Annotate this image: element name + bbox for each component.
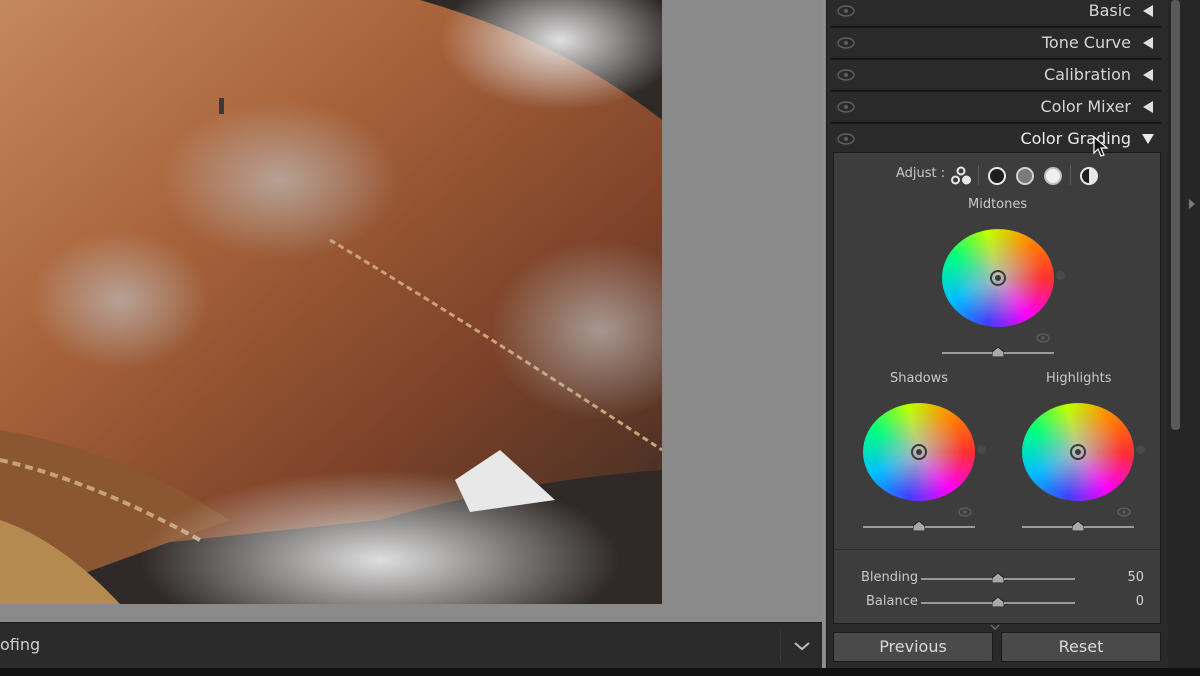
panel-basic[interactable]: Basic bbox=[831, 0, 1161, 28]
highlights-icon[interactable] bbox=[1042, 165, 1064, 187]
eye-icon[interactable] bbox=[837, 37, 855, 49]
panel-color-mixer[interactable]: Color Mixer bbox=[831, 94, 1161, 124]
eye-icon[interactable] bbox=[837, 5, 855, 17]
shadows-color-wheel[interactable] bbox=[863, 403, 975, 501]
eye-icon[interactable] bbox=[837, 133, 855, 145]
panel-title[interactable]: Basic bbox=[1089, 1, 1131, 20]
midtones-label: Midtones bbox=[968, 197, 1028, 212]
photo-preview[interactable] bbox=[0, 0, 662, 604]
shadows-saturation-dot[interactable] bbox=[977, 445, 986, 454]
bottom-button-row: Previous Reset bbox=[833, 632, 1163, 662]
toolbar-divider bbox=[780, 631, 781, 661]
midtones-icon[interactable] bbox=[1014, 165, 1036, 187]
eye-icon[interactable] bbox=[837, 101, 855, 113]
adjust-label: Adjust : bbox=[896, 166, 946, 181]
panel-calibration[interactable]: Calibration bbox=[831, 62, 1161, 92]
midtones-eye-icon[interactable] bbox=[1036, 333, 1050, 343]
previous-button[interactable]: Previous bbox=[833, 632, 993, 662]
reset-button[interactable]: Reset bbox=[1001, 632, 1161, 662]
collapsed-arrow-icon[interactable] bbox=[1141, 100, 1155, 114]
midtones-saturation-dot[interactable] bbox=[1056, 271, 1065, 280]
midtones-luminance-thumb[interactable] bbox=[992, 347, 1004, 357]
midtones-color-wheel[interactable] bbox=[942, 229, 1054, 327]
blending-label: Blending bbox=[861, 570, 919, 585]
highlights-saturation-dot[interactable] bbox=[1136, 445, 1145, 454]
shadows-luminance-thumb[interactable] bbox=[913, 521, 925, 531]
collapse-right-panel-icon[interactable] bbox=[1188, 198, 1196, 210]
highlights-color-wheel[interactable] bbox=[1022, 403, 1134, 501]
collapsed-arrow-icon[interactable] bbox=[1141, 36, 1155, 50]
highlights-label: Highlights bbox=[1046, 371, 1112, 386]
section-divider bbox=[834, 549, 1160, 550]
panel-tone-curve[interactable]: Tone Curve bbox=[831, 30, 1161, 60]
mode-divider bbox=[978, 165, 979, 185]
toolbar-menu-chevron-icon[interactable] bbox=[792, 636, 812, 656]
mode-divider bbox=[1070, 165, 1071, 185]
panel-title[interactable]: Color Grading bbox=[1020, 129, 1131, 148]
eye-icon[interactable] bbox=[837, 69, 855, 81]
highlights-luminance-thumb[interactable] bbox=[1072, 521, 1084, 531]
shadows-eye-icon[interactable] bbox=[958, 507, 972, 517]
global-icon[interactable] bbox=[1078, 165, 1100, 187]
panel-color-grading[interactable]: Color Grading bbox=[831, 126, 1161, 154]
collapsed-arrow-icon[interactable] bbox=[1141, 68, 1155, 82]
bottom-toolbar: ofing bbox=[0, 622, 822, 669]
collapsed-arrow-icon[interactable] bbox=[1141, 4, 1155, 18]
blending-slider-thumb[interactable] bbox=[992, 573, 1004, 583]
panel-title[interactable]: Color Mixer bbox=[1040, 97, 1131, 116]
panel-title[interactable]: Tone Curve bbox=[1042, 33, 1131, 52]
highlights-eye-icon[interactable] bbox=[1117, 507, 1131, 517]
shadows-icon[interactable] bbox=[986, 165, 1008, 187]
soft-proofing-label[interactable]: ofing bbox=[0, 635, 40, 654]
photo-canvas[interactable] bbox=[0, 0, 822, 622]
three-way-icon[interactable] bbox=[950, 165, 972, 187]
mouse-pointer-icon bbox=[1093, 136, 1109, 157]
balance-label: Balance bbox=[866, 594, 918, 609]
midtones-wheel-handle[interactable] bbox=[990, 270, 1006, 286]
highlights-wheel-handle[interactable] bbox=[1070, 444, 1086, 460]
expanded-arrow-icon[interactable] bbox=[1141, 132, 1155, 146]
filmstrip-edge bbox=[0, 668, 1200, 676]
scrollbar-thumb[interactable] bbox=[1171, 0, 1180, 430]
balance-value[interactable]: 0 bbox=[1136, 594, 1144, 609]
develop-right-panel: Basic Tone Curve Calibration Color Mixer… bbox=[826, 0, 1169, 668]
blending-value[interactable]: 50 bbox=[1127, 570, 1144, 585]
panel-end-chevron-icon[interactable] bbox=[990, 624, 1000, 630]
balance-slider-thumb[interactable] bbox=[992, 597, 1004, 607]
panel-title[interactable]: Calibration bbox=[1044, 65, 1131, 84]
shadows-wheel-handle[interactable] bbox=[911, 444, 927, 460]
shadows-label: Shadows bbox=[890, 371, 949, 386]
landscape-photo bbox=[0, 0, 662, 604]
color-grading-body: Adjust : Midtones Shadows Highlights Ble… bbox=[833, 152, 1161, 624]
panel-scrollbar[interactable] bbox=[1168, 0, 1200, 668]
